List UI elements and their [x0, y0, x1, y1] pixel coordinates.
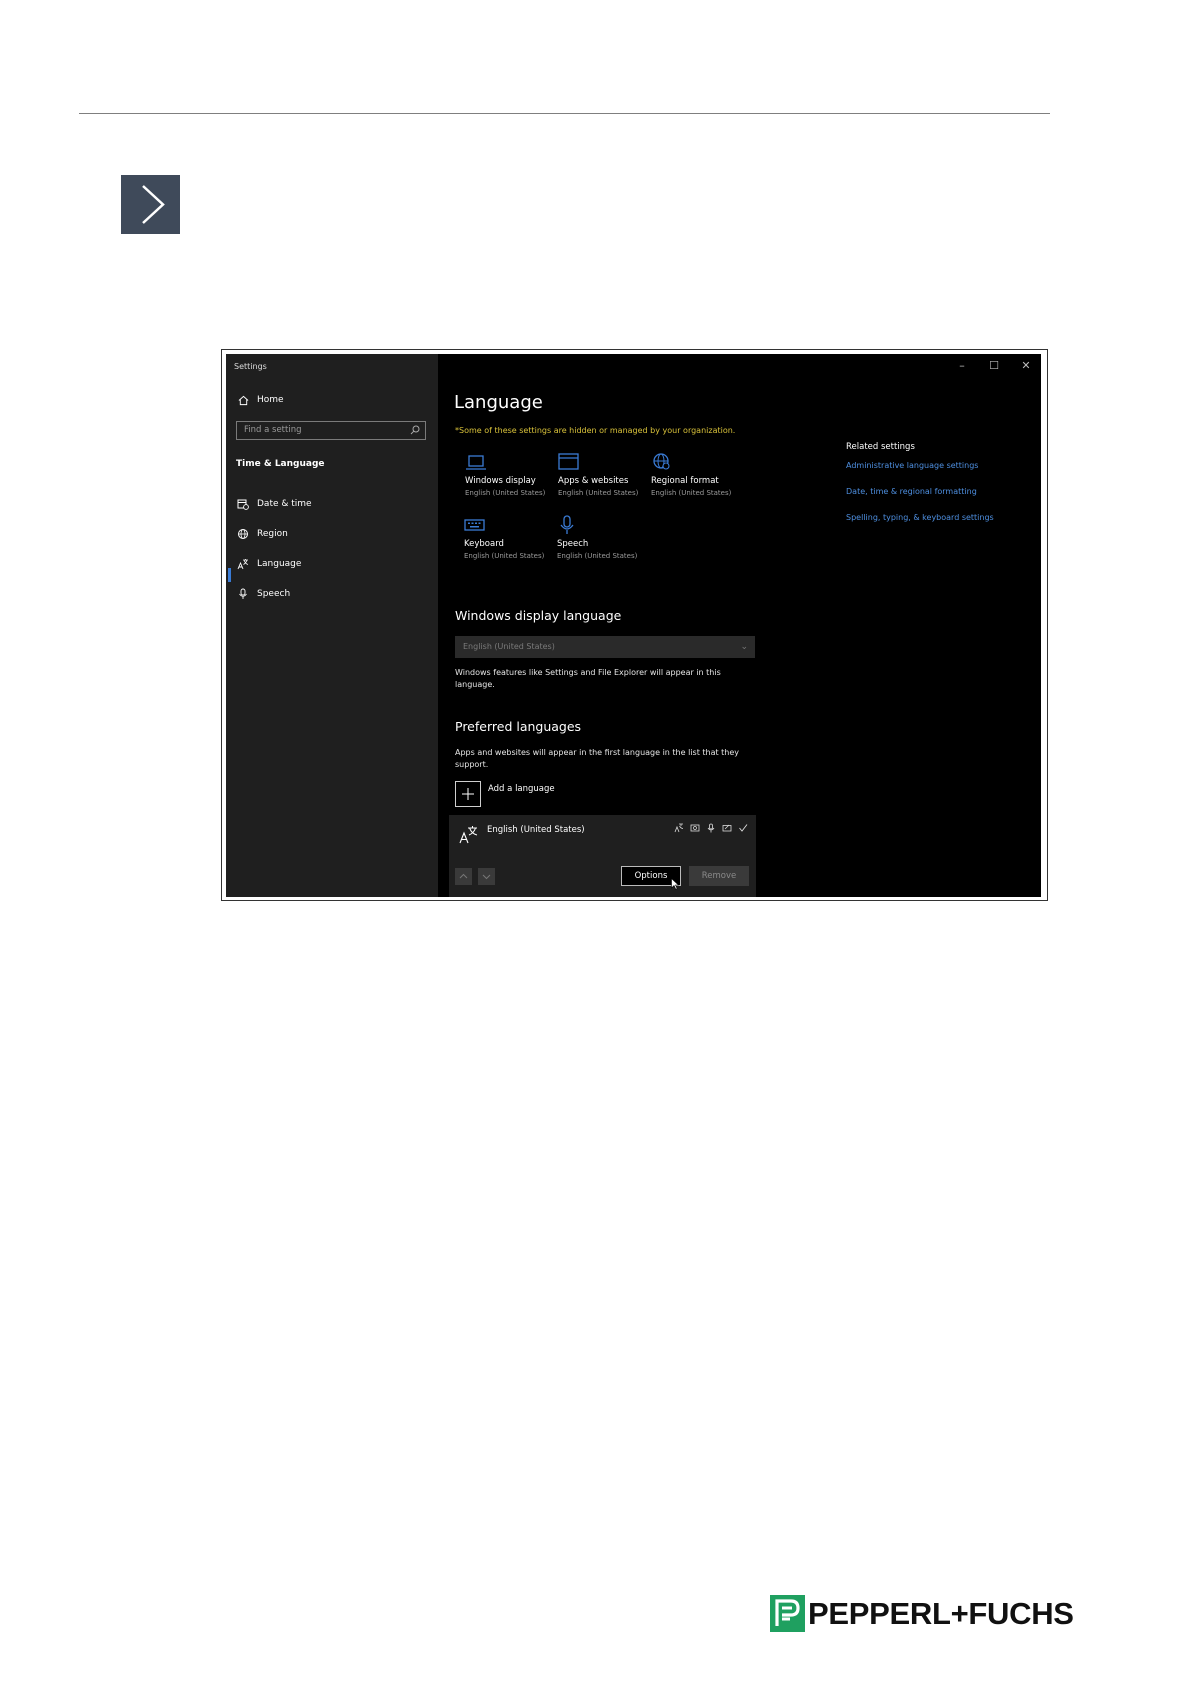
window-controls: – ☐ ✕ — [955, 359, 1033, 372]
language-feature-icons — [673, 822, 748, 833]
search-icon — [410, 425, 420, 442]
remove-button[interactable]: Remove — [689, 866, 749, 886]
display-language-value: English (United States) — [463, 642, 555, 651]
globe-format-icon — [651, 452, 751, 474]
tile-windows-display[interactable]: Windows display English (United States) — [465, 452, 565, 497]
sidebar-item-speech[interactable]: Speech — [236, 588, 290, 600]
tile-name: Keyboard — [464, 539, 504, 549]
minimize-button[interactable]: – — [955, 359, 969, 372]
page-title: Language — [454, 392, 543, 413]
spellcheck-feature-icon — [737, 822, 748, 833]
active-indicator — [228, 568, 231, 582]
mouse-cursor-icon — [671, 875, 680, 894]
managed-note: *Some of these settings are hidden or ma… — [455, 426, 736, 435]
tile-name: Regional format — [651, 476, 719, 486]
arrow-down-icon — [482, 874, 491, 880]
preferred-languages-heading: Preferred languages — [455, 719, 582, 734]
sidebar-item-label: Speech — [257, 589, 291, 599]
tile-name: Speech — [557, 539, 589, 549]
home-icon — [236, 394, 250, 406]
tile-name: Windows display — [465, 476, 536, 486]
window-title: Settings — [234, 362, 267, 371]
globe-icon — [236, 528, 250, 540]
brand-name: PEPPERL+FUCHS — [808, 1595, 1074, 1631]
microphone-icon — [236, 588, 250, 600]
tile-sub: English (United States) — [558, 489, 639, 497]
search-placeholder: Find a setting — [244, 425, 302, 435]
display-language-feature-icon — [673, 822, 684, 833]
language-glyph-icon — [459, 825, 479, 849]
speech-recognition-feature-icon — [705, 822, 716, 833]
calendar-clock-icon — [236, 498, 250, 510]
tile-keyboard[interactable]: Keyboard English (United States) — [464, 515, 564, 560]
maximize-button[interactable]: ☐ — [987, 359, 1001, 372]
sidebar-section-heading: Time & Language — [236, 459, 325, 469]
tile-name: Apps & websites — [558, 476, 629, 486]
microphone-icon — [557, 515, 657, 537]
add-language-label[interactable]: Add a language — [488, 784, 555, 794]
header-rule — [79, 113, 1050, 114]
arrow-up-icon — [459, 873, 468, 879]
search-input[interactable]: Find a setting — [236, 421, 426, 440]
keyboard-icon — [464, 515, 564, 537]
display-language-heading: Windows display language — [455, 608, 622, 623]
link-admin-language-settings[interactable]: Administrative language settings — [846, 461, 978, 470]
handwriting-feature-icon — [721, 822, 732, 833]
window-icon — [558, 452, 658, 474]
screenshot-frame: Settings Home Find a setting Time & Lang… — [221, 349, 1048, 901]
tile-sub: English (United States) — [464, 552, 545, 560]
sidebar-item-label: Home — [257, 395, 284, 405]
link-spelling-typing-keyboard[interactable]: Spelling, typing, & keyboard settings — [846, 513, 994, 522]
list-item[interactable]: English (United States) Options Remove — [449, 815, 756, 897]
sidebar-item-region[interactable]: Region — [236, 528, 288, 540]
language-icon — [236, 558, 250, 570]
plus-icon — [462, 788, 474, 800]
sidebar-item-label: Language — [257, 559, 302, 569]
step-arrow-icon — [121, 175, 180, 234]
settings-window: Settings Home Find a setting Time & Lang… — [226, 354, 1041, 897]
related-settings-heading: Related settings — [846, 442, 915, 452]
chevron-down-icon: ⌄ — [740, 642, 748, 652]
laptop-icon — [465, 452, 565, 474]
sidebar-item-label: Date & time — [257, 499, 312, 509]
brand-logo: PEPPERL+FUCHS — [770, 1595, 1074, 1632]
tile-speech[interactable]: Speech English (United States) — [557, 515, 657, 560]
tile-regional-format[interactable]: Regional format English (United States) — [651, 452, 751, 497]
display-language-description: Windows features like Settings and File … — [455, 668, 721, 689]
preferred-languages-description: Apps and websites will appear in the fir… — [455, 748, 740, 769]
tile-sub: English (United States) — [651, 489, 732, 497]
close-button[interactable]: ✕ — [1019, 359, 1033, 372]
sidebar-item-home[interactable]: Home — [236, 394, 284, 406]
move-down-button[interactable] — [478, 868, 495, 885]
sidebar-item-label: Region — [257, 529, 288, 539]
sidebar-item-date-time[interactable]: Date & time — [236, 498, 312, 510]
tile-apps-websites[interactable]: Apps & websites English (United States) — [558, 452, 658, 497]
link-date-time-regional[interactable]: Date, time & regional formatting — [846, 487, 977, 496]
text-to-speech-feature-icon — [689, 822, 700, 833]
move-up-button[interactable] — [455, 868, 472, 885]
language-name: English (United States) — [487, 825, 585, 835]
pepperl-fuchs-logo-icon — [770, 1595, 805, 1632]
tile-sub: English (United States) — [465, 489, 546, 497]
sidebar: Settings Home Find a setting Time & Lang… — [226, 354, 438, 897]
display-language-select[interactable]: English (United States) ⌄ — [455, 636, 755, 658]
sidebar-item-language[interactable]: Language — [236, 558, 301, 570]
add-language-button[interactable] — [455, 781, 481, 807]
tile-sub: English (United States) — [557, 552, 638, 560]
